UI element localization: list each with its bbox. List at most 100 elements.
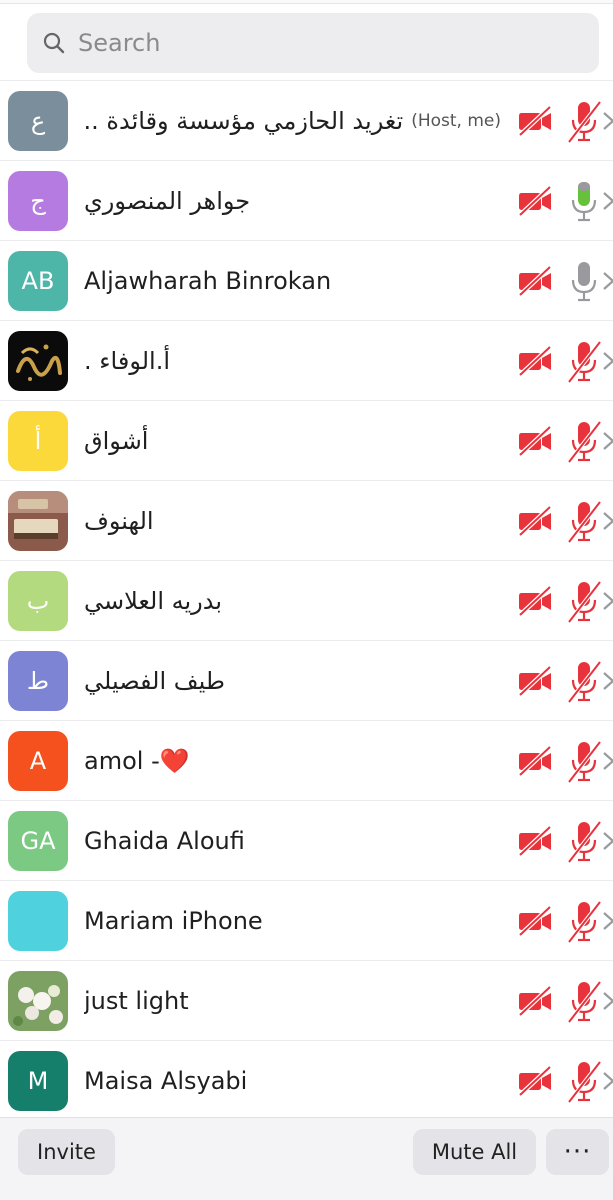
participant-row[interactable]: AB Aljawharah Binrokan: [0, 241, 613, 321]
participant-name: طيف الفصيلي: [84, 641, 509, 721]
mic-on-icon[interactable]: [566, 259, 602, 303]
video-off-icon[interactable]: [517, 1065, 553, 1097]
chevron-right-icon[interactable]: [602, 671, 613, 691]
avatar: GA: [8, 811, 68, 871]
participant-name: Aljawharah Binrokan: [84, 241, 509, 321]
mic-muted-icon[interactable]: [566, 99, 602, 144]
search-box[interactable]: [27, 13, 599, 73]
mic-muted-icon[interactable]: [566, 339, 602, 384]
avatar-initials: ع: [30, 107, 46, 135]
participant-name: الهنوف: [84, 481, 509, 561]
avatar-initials: أ: [34, 427, 42, 455]
avatar: [8, 971, 68, 1031]
video-off-icon[interactable]: [517, 585, 553, 617]
host-tag: (Host, me): [411, 111, 501, 131]
avatar: ب: [8, 571, 68, 631]
invite-button[interactable]: Invite: [18, 1129, 115, 1175]
participant-name: just light: [84, 961, 509, 1041]
participant-name: أشواق: [84, 401, 509, 481]
mic-muted-icon[interactable]: [566, 419, 602, 464]
participant-name: جواهر المنصوري: [84, 161, 509, 241]
video-off-icon[interactable]: [517, 905, 553, 937]
mute-all-button[interactable]: Mute All: [413, 1129, 536, 1175]
avatar-initials: GA: [20, 827, 56, 855]
participant-row[interactable]: ط طيف الفصيلي: [0, 641, 613, 721]
participant-name-text: Aljawharah Binrokan: [84, 267, 332, 295]
avatar: A: [8, 731, 68, 791]
participant-name: Ghaida Aloufi: [84, 801, 509, 881]
mic-muted-icon[interactable]: [566, 1059, 602, 1104]
mic-speaking-icon[interactable]: [566, 179, 602, 223]
participant-row[interactable]: Aamol - ❤️: [0, 721, 613, 801]
participant-row[interactable]: أ.الوفاء .: [0, 321, 613, 401]
chevron-right-icon[interactable]: [602, 831, 613, 851]
mic-muted-icon[interactable]: [566, 899, 602, 944]
participant-name-text: بدريه العلاسي: [84, 587, 223, 615]
avatar-initials: ط: [26, 667, 50, 695]
video-off-icon[interactable]: [517, 425, 553, 457]
participant-row[interactable]: GA Ghaida Aloufi: [0, 801, 613, 881]
participant-row[interactable]: أ أشواق: [0, 401, 613, 481]
participant-name: amol - ❤️: [84, 721, 509, 801]
participant-row[interactable]: just light: [0, 961, 613, 1041]
video-off-icon[interactable]: [517, 745, 553, 777]
avatar: ط: [8, 651, 68, 711]
participant-name: Mariam iPhone: [84, 881, 509, 961]
chevron-right-icon[interactable]: [602, 991, 613, 1011]
chevron-right-icon[interactable]: [602, 351, 613, 371]
avatar-initials: ج: [30, 187, 46, 215]
participant-name-text: Ghaida Aloufi: [84, 827, 245, 855]
participant-row[interactable]: ع تغريد الحازمي مؤسسة وقائدة ... (Host, me…: [0, 81, 613, 161]
participant-name-text: Mariam iPhone: [84, 907, 263, 935]
video-off-icon[interactable]: [517, 265, 553, 297]
chevron-right-icon[interactable]: [602, 911, 613, 931]
footer-toolbar: Invite Mute All ···: [0, 1117, 613, 1200]
chevron-right-icon[interactable]: [602, 751, 613, 771]
search-icon: [41, 30, 67, 56]
host-name-text: تغريد الحازمي مؤسسة وقائدة ...: [84, 107, 404, 135]
search-input[interactable]: [78, 29, 558, 57]
mic-muted-icon[interactable]: [566, 739, 602, 784]
avatar: أ: [8, 411, 68, 471]
participant-name: تغريد الحازمي مؤسسة وقائدة ... (Host, me): [84, 81, 509, 161]
avatar: ج: [8, 171, 68, 231]
participant-name: Maisa Alsyabi: [84, 1041, 509, 1121]
participant-name-text: الهنوف: [84, 507, 154, 535]
more-options-button[interactable]: ···: [546, 1129, 609, 1175]
mic-muted-icon[interactable]: [566, 579, 602, 624]
avatar-initials: A: [29, 747, 47, 775]
mic-muted-icon[interactable]: [566, 819, 602, 864]
search-bar: [0, 4, 613, 81]
participant-row[interactable]: M Maisa Alsyabi: [0, 1041, 613, 1121]
avatar: [8, 491, 68, 551]
avatar-initials: M: [27, 1067, 49, 1095]
mic-muted-icon[interactable]: [566, 499, 602, 544]
mic-muted-icon[interactable]: [566, 659, 602, 704]
video-off-icon[interactable]: [517, 665, 553, 697]
participant-row[interactable]: ب بدريه العلاسي: [0, 561, 613, 641]
chevron-right-icon[interactable]: [602, 271, 613, 291]
video-off-icon[interactable]: [517, 185, 553, 217]
chevron-right-icon[interactable]: [602, 191, 613, 211]
participant-row[interactable]: Mariam iPhone: [0, 881, 613, 961]
video-off-icon[interactable]: [517, 345, 553, 377]
video-off-icon[interactable]: [517, 825, 553, 857]
avatar: M: [8, 1051, 68, 1111]
participant-name: بدريه العلاسي: [84, 561, 509, 641]
video-off-icon[interactable]: [517, 505, 553, 537]
participant-list: ع تغريد الحازمي مؤسسة وقائدة ... (Host, me…: [0, 81, 613, 1121]
heart-emoji: ❤️: [159, 747, 190, 775]
chevron-right-icon[interactable]: [602, 111, 613, 131]
video-off-icon[interactable]: [517, 105, 553, 137]
participant-name-text: طيف الفصيلي: [84, 667, 225, 695]
chevron-right-icon[interactable]: [602, 511, 613, 531]
chevron-right-icon[interactable]: [602, 431, 613, 451]
chevron-right-icon[interactable]: [602, 1071, 613, 1091]
participant-row[interactable]: ج جواهر المنصوري: [0, 161, 613, 241]
participant-name-text: amol -: [84, 747, 160, 775]
video-off-icon[interactable]: [517, 985, 553, 1017]
mic-muted-icon[interactable]: [566, 979, 602, 1024]
chevron-right-icon[interactable]: [602, 591, 613, 611]
participant-name-text: just light: [84, 987, 189, 1015]
participant-row[interactable]: الهنوف: [0, 481, 613, 561]
